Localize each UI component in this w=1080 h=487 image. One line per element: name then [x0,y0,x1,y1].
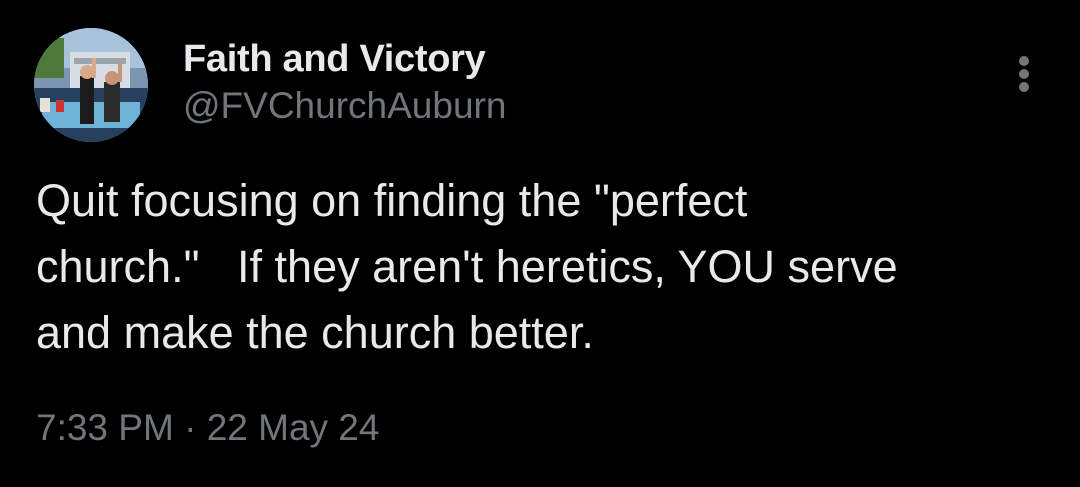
tweet-text: Quit focusing on finding the "perfect ch… [36,175,898,358]
more-vertical-icon [1019,56,1029,66]
avatar-photo [34,28,148,142]
more-vertical-icon-dot [1019,82,1029,92]
tweet-card: Faith and Victory @FVChurchAuburn Quit f… [0,0,1080,487]
tweet-date: 22 May 24 [206,407,380,448]
author-handle[interactable]: @FVChurchAuburn [183,84,506,128]
author-display-name[interactable]: Faith and Victory [183,36,506,82]
more-options-button[interactable] [1004,50,1044,98]
tweet-author: Faith and Victory @FVChurchAuburn [183,36,506,128]
tweet-time: 7:33 PM [36,407,174,448]
more-vertical-icon-dot [1019,69,1029,79]
timestamp-separator: · [173,407,207,448]
tweet-timestamp[interactable]: 7:33 PM · 22 May 24 [36,404,379,452]
avatar[interactable] [34,28,148,142]
